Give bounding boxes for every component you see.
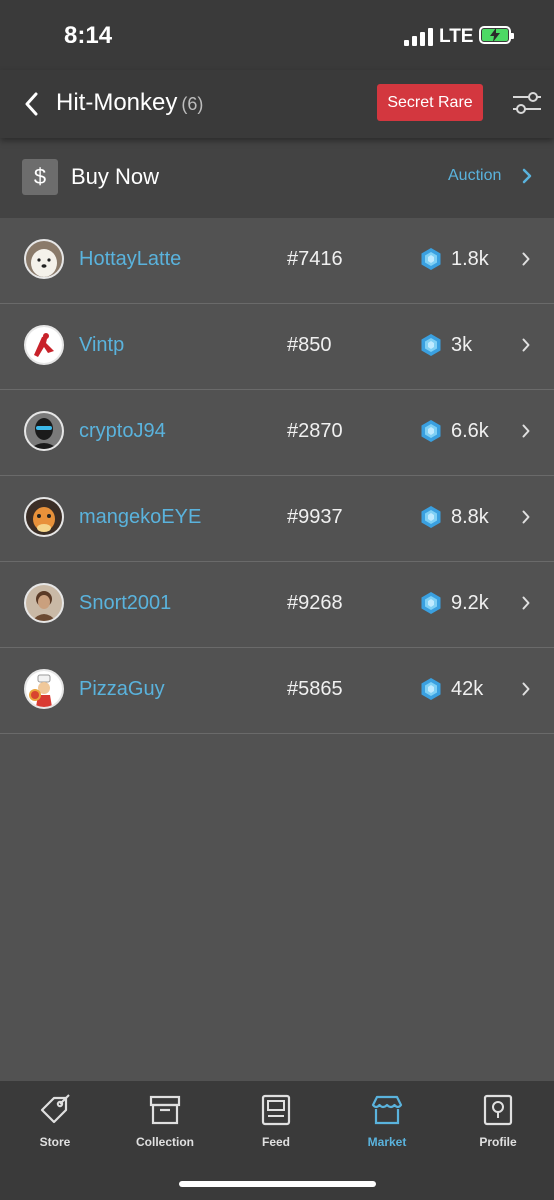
avatar: [24, 239, 64, 279]
coin-icon: [421, 592, 441, 614]
avatar: [24, 669, 64, 709]
tab-store[interactable]: Store: [5, 1093, 105, 1149]
archive-box-icon: [149, 1095, 181, 1125]
tab-market-label: Market: [367, 1135, 407, 1149]
chevron-right-icon[interactable]: [522, 168, 532, 184]
seller-name[interactable]: mangekoEYE: [79, 506, 201, 529]
chevron-right-icon: [522, 424, 530, 438]
serial-number: #9937: [287, 506, 343, 528]
tab-market[interactable]: Market: [337, 1093, 437, 1149]
page-title-text: Hit-Monkey: [56, 89, 178, 116]
coin-icon: [421, 248, 441, 270]
tab-store-label: Store: [39, 1135, 71, 1149]
price: 42k: [451, 678, 484, 700]
price: 1.8k: [451, 248, 489, 270]
serial-number: #7416: [287, 248, 343, 270]
serial-number: #9268: [287, 592, 343, 614]
listing-row[interactable]: Vintp #850 3k: [0, 304, 554, 390]
chevron-right-icon: [522, 338, 530, 352]
dollar-icon: $: [22, 159, 58, 195]
seller-name[interactable]: PizzaGuy: [79, 678, 165, 701]
listings-list: HottayLatte #7416 1.8k Vintp #850 3k cry…: [0, 218, 554, 734]
serial-number: #850: [287, 334, 332, 356]
chevron-right-icon: [522, 596, 530, 610]
listing-row[interactable]: Snort2001 #9268 9.2k: [0, 562, 554, 648]
avatar: [24, 583, 64, 623]
storefront-icon: [371, 1095, 403, 1125]
coin-icon: [421, 678, 441, 700]
nav-header: Hit-Monkey (6) Secret Rare: [0, 70, 554, 138]
coin-icon: [421, 420, 441, 442]
listing-row[interactable]: PizzaGuy #5865 42k: [0, 648, 554, 734]
rarity-badge-button[interactable]: Secret Rare: [377, 84, 483, 121]
page-title: Hit-Monkey (6): [56, 89, 203, 117]
feed-icon: [261, 1094, 291, 1126]
price: 3k: [451, 334, 473, 356]
chevron-right-icon: [522, 510, 530, 524]
coin-icon: [421, 334, 441, 356]
avatar: [24, 325, 64, 365]
auction-link[interactable]: Auction: [448, 167, 501, 185]
price: 9.2k: [451, 592, 489, 614]
seller-name[interactable]: Vintp: [79, 334, 124, 357]
home-indicator[interactable]: [179, 1181, 376, 1187]
buy-mode-bar: $ Buy Now Auction: [0, 138, 554, 218]
tab-profile-label: Profile: [479, 1135, 517, 1149]
avatar: [24, 497, 64, 537]
chevron-left-icon: [25, 92, 38, 116]
seller-name[interactable]: Snort2001: [79, 592, 171, 615]
chevron-right-icon: [522, 252, 530, 266]
tag-icon: [40, 1094, 70, 1124]
avatar: [24, 411, 64, 451]
tab-profile[interactable]: Profile: [448, 1093, 548, 1149]
battery-icon: [479, 26, 514, 44]
tab-feed[interactable]: Feed: [226, 1093, 326, 1149]
serial-number: #5865: [287, 678, 343, 700]
status-time: 8:14: [64, 22, 113, 49]
buy-now-label: Buy Now: [71, 164, 160, 189]
sliders-icon: [513, 92, 541, 114]
back-button[interactable]: [18, 88, 44, 120]
price: 6.6k: [451, 420, 489, 442]
tab-collection[interactable]: Collection: [115, 1093, 215, 1149]
seller-name[interactable]: cryptoJ94: [79, 420, 166, 443]
chevron-right-icon: [522, 682, 530, 696]
status-bar: 8:14 LTE: [0, 0, 554, 70]
listing-row[interactable]: HottayLatte #7416 1.8k: [0, 218, 554, 304]
network-type: LTE: [439, 26, 474, 47]
filter-button[interactable]: [511, 87, 543, 119]
profile-pin-icon: [483, 1094, 513, 1126]
listing-row[interactable]: mangekoEYE #9937 8.8k: [0, 476, 554, 562]
signal-strength-icon: [404, 28, 433, 46]
listing-count: (6): [181, 94, 204, 114]
coin-icon: [421, 506, 441, 528]
price: 8.8k: [451, 506, 489, 528]
tab-feed-label: Feed: [261, 1135, 290, 1149]
serial-number: #2870: [287, 420, 343, 442]
listing-row[interactable]: cryptoJ94 #2870 6.6k: [0, 390, 554, 476]
tab-collection-label: Collection: [135, 1135, 194, 1149]
seller-name[interactable]: HottayLatte: [79, 248, 181, 271]
